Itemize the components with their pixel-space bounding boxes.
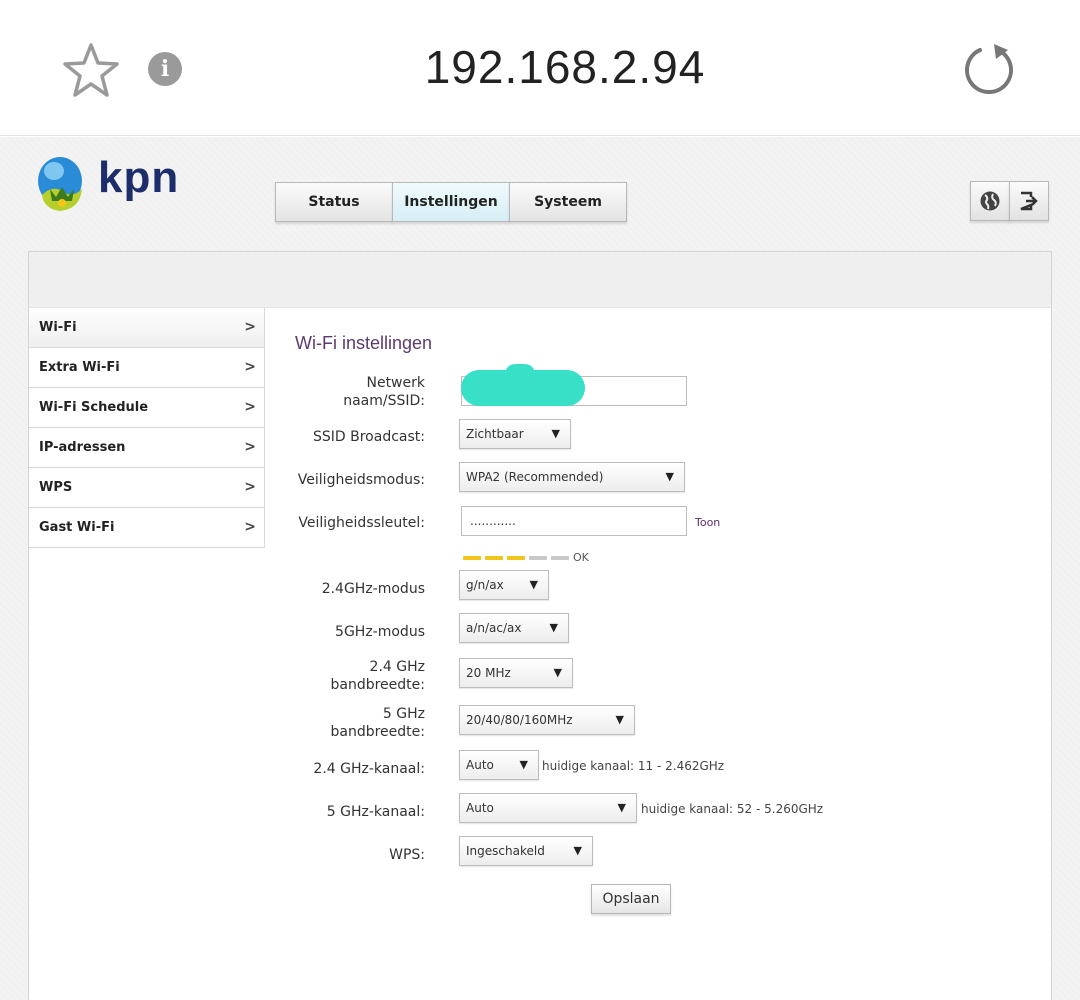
kpn-logo[interactable]: kpn	[36, 151, 186, 217]
strength-segment	[529, 555, 547, 560]
settings-panel: Wi-Fi > Extra Wi-Fi > Wi-Fi Schedule > I…	[28, 251, 1052, 1000]
sidebar-item-wifi-schedule[interactable]: Wi-Fi Schedule >	[29, 388, 265, 428]
globe-icon	[980, 191, 1000, 211]
sidebar-item-wifi[interactable]: Wi-Fi >	[29, 308, 265, 348]
language-button[interactable]	[970, 181, 1010, 221]
address-bar-url[interactable]: 192.168.2.94	[340, 40, 790, 94]
redaction-mark	[505, 364, 535, 384]
chevron-right-icon: >	[244, 519, 256, 535]
mode-24-label: 2.4GHz-modus	[321, 581, 425, 597]
ssid-broadcast-select[interactable]: Zichtbaar ▼	[459, 419, 571, 449]
sidebar-item-label: Wi-Fi	[39, 320, 77, 335]
chevron-down-icon: ▼	[617, 801, 626, 814]
password-strength-meter: OK	[463, 551, 589, 564]
bw-5-select[interactable]: 20/40/80/160MHz ▼	[459, 705, 635, 735]
sidebar-item-gast-wifi[interactable]: Gast Wi-Fi >	[29, 508, 265, 548]
chevron-down-icon: ▼	[573, 844, 582, 857]
logout-button[interactable]	[1009, 181, 1049, 221]
tab-instellingen[interactable]: Instellingen	[392, 182, 510, 222]
reload-icon[interactable]	[960, 42, 1018, 98]
security-key-input[interactable]	[461, 506, 687, 536]
save-button[interactable]: Opslaan	[591, 884, 671, 914]
mode-5-label: 5GHz-modus	[335, 624, 425, 640]
chevron-down-icon: ▼	[519, 758, 528, 771]
mode-5-select[interactable]: a/n/ac/ax ▼	[459, 613, 569, 643]
channel-24-label: 2.4 GHz-kanaal:	[313, 761, 425, 777]
wps-select[interactable]: Ingeschakeld ▼	[459, 836, 593, 866]
security-mode-select[interactable]: WPA2 (Recommended) ▼	[459, 462, 685, 492]
router-admin-page: kpn Status Instellingen Systeem Wi-Fi >	[0, 137, 1080, 1000]
tab-status[interactable]: Status	[275, 182, 393, 222]
page-title: Wi-Fi instellingen	[295, 333, 433, 353]
chevron-down-icon: ▼	[615, 713, 624, 726]
chevron-right-icon: >	[244, 479, 256, 495]
chevron-right-icon: >	[244, 399, 256, 415]
channel-5-select[interactable]: Auto ▼	[459, 793, 637, 823]
logout-icon	[1020, 191, 1038, 211]
channel-5-current: huidige kanaal: 52 - 5.260GHz	[641, 802, 824, 816]
star-icon[interactable]	[62, 42, 120, 98]
bw-24-label: 2.4 GHz bandbreedte:	[330, 659, 426, 693]
chevron-down-icon: ▼	[553, 666, 562, 679]
bw-5-label: 5 GHz bandbreedte:	[330, 706, 426, 740]
panel-header	[29, 252, 1051, 308]
show-password-link[interactable]: Toon	[695, 516, 720, 529]
chevron-right-icon: >	[244, 319, 256, 335]
sidebar-item-label: Gast Wi-Fi	[39, 520, 115, 535]
sidebar-item-label: WPS	[39, 480, 73, 495]
strength-label: OK	[573, 551, 589, 564]
channel-24-current: huidige kanaal: 11 - 2.462GHz	[542, 759, 725, 773]
channel-5-label: 5 GHz-kanaal:	[326, 804, 425, 820]
sidebar-item-ip-adressen[interactable]: IP-adressen >	[29, 428, 265, 468]
sidebar-item-wps[interactable]: WPS >	[29, 468, 265, 508]
wifi-settings-form: Wi-Fi instellingen Netwerk naam/SSID: SS…	[265, 308, 1051, 1000]
strength-segment	[507, 555, 525, 560]
bw-24-select[interactable]: 20 MHz ▼	[459, 658, 573, 688]
main-tabs: Status Instellingen Systeem	[275, 182, 627, 222]
sidebar-item-extra-wifi[interactable]: Extra Wi-Fi >	[29, 348, 265, 388]
strength-segment	[485, 555, 503, 560]
chevron-right-icon: >	[244, 439, 256, 455]
chevron-down-icon: ▼	[665, 470, 674, 483]
ssid-label: Netwerk naam/SSID:	[343, 375, 425, 409]
strength-segment	[551, 555, 569, 560]
strength-segment	[463, 555, 481, 560]
kpn-crown-logo	[38, 157, 82, 211]
chevron-down-icon: ▼	[529, 578, 538, 591]
top-right-actions	[970, 181, 1049, 221]
sidebar-item-label: Wi-Fi Schedule	[39, 400, 149, 415]
mode-24-select[interactable]: g/n/ax ▼	[459, 570, 549, 600]
brand-name: kpn	[98, 153, 180, 202]
info-icon[interactable]: i	[148, 52, 182, 86]
tab-systeem[interactable]: Systeem	[509, 182, 627, 222]
chevron-right-icon: >	[244, 359, 256, 375]
channel-24-select[interactable]: Auto ▼	[459, 750, 539, 780]
chevron-down-icon: ▼	[551, 427, 560, 440]
settings-sidebar: Wi-Fi > Extra Wi-Fi > Wi-Fi Schedule > I…	[29, 308, 265, 548]
sidebar-item-label: IP-adressen	[39, 440, 126, 455]
wps-label: WPS:	[389, 847, 425, 863]
security-mode-label: Veiligheidsmodus:	[297, 472, 425, 488]
chevron-down-icon: ▼	[549, 621, 558, 634]
sidebar-item-label: Extra Wi-Fi	[39, 360, 120, 375]
ssid-broadcast-label: SSID Broadcast:	[313, 429, 425, 445]
browser-toolbar: i 192.168.2.94	[0, 0, 1080, 136]
security-key-label: Veiligheidssleutel:	[298, 515, 425, 531]
